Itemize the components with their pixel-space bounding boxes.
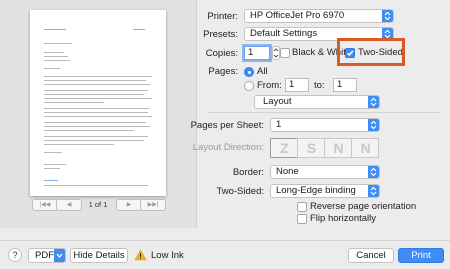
copies-label: Copies: <box>205 48 238 59</box>
chevron-updown-icon <box>382 10 393 22</box>
first-page-icon: |◀◀ <box>39 202 51 208</box>
two-sided-highlight <box>337 38 405 66</box>
reverse-orientation-label: Reverse page orientation <box>310 201 417 212</box>
previous-page-icon: ◀ <box>66 202 72 208</box>
layout-direction-label: Layout Direction: <box>192 142 264 153</box>
two-sided-value: Long-Edge binding <box>276 185 356 196</box>
help-button[interactable]: ? <box>8 248 22 262</box>
layout-direction-s[interactable]: S <box>297 138 325 158</box>
pages-per-sheet-select[interactable]: 1 <box>270 118 380 132</box>
hide-details-button[interactable]: Hide Details <box>70 248 128 263</box>
copies-field[interactable]: 1 <box>244 46 270 60</box>
chevron-down-icon <box>54 249 65 262</box>
two-sided-select[interactable]: Long-Edge binding <box>270 184 380 198</box>
warning-icon <box>134 249 147 264</box>
chevron-updown-icon <box>368 166 379 178</box>
pages-label: Pages: <box>208 66 238 77</box>
help-icon: ? <box>12 250 18 260</box>
pages-per-sheet-value: 1 <box>276 119 282 130</box>
two-sided-label: Two-Sided: <box>216 186 264 197</box>
border-label: Border: <box>232 167 264 178</box>
page-count-label: 1 of 1 <box>88 200 108 209</box>
next-page-button[interactable]: ▶ <box>116 199 142 211</box>
pdf-menu-button[interactable]: PDF <box>28 248 66 263</box>
section-value: Layout <box>263 96 292 107</box>
layout-direction-n[interactable]: N <box>324 138 352 158</box>
pages-from-label: From: <box>257 80 282 91</box>
presets-label: Presets: <box>203 29 238 40</box>
preview-pager: |◀◀ ◀ 1 of 1 ▶ ▶▶| <box>30 198 166 212</box>
layout-direction-n-reverse[interactable]: N <box>351 138 379 158</box>
presets-value: Default Settings <box>250 28 318 39</box>
flip-horizontally-checkbox[interactable] <box>297 214 307 224</box>
reverse-orientation-checkbox[interactable] <box>297 202 307 212</box>
low-ink-label: Low Ink <box>151 250 184 261</box>
pages-per-sheet-label: Pages per Sheet: <box>190 120 264 131</box>
pages-to-label: to: <box>314 80 325 91</box>
last-page-icon: ▶▶| <box>147 202 159 208</box>
pages-all-radio[interactable] <box>244 67 254 77</box>
last-page-button[interactable]: ▶▶| <box>140 199 166 211</box>
first-page-button[interactable]: |◀◀ <box>32 199 58 211</box>
printer-select[interactable]: HP OfficeJet Pro 6970 <box>244 9 394 23</box>
section-select[interactable]: Layout <box>254 95 380 109</box>
separator <box>208 112 440 113</box>
previous-page-button[interactable]: ◀ <box>56 199 82 211</box>
pages-to-field[interactable]: 1 <box>333 78 357 92</box>
border-select[interactable]: None <box>270 165 380 179</box>
chevron-updown-icon <box>368 96 379 108</box>
chevron-updown-icon <box>368 185 379 197</box>
pages-all-label: All <box>257 66 268 77</box>
print-button[interactable]: Print <box>398 248 444 263</box>
black-white-checkbox[interactable] <box>280 48 290 58</box>
pages-range-radio[interactable] <box>244 81 254 91</box>
layout-direction-z[interactable]: Z <box>270 138 298 158</box>
pdf-label: PDF <box>35 250 54 261</box>
cancel-button[interactable]: Cancel <box>348 248 394 263</box>
next-page-icon: ▶ <box>126 202 132 208</box>
printer-label: Printer: <box>207 11 238 22</box>
flip-horizontally-label: Flip horizontally <box>310 213 376 224</box>
chevron-updown-icon <box>368 119 379 131</box>
pages-from-field[interactable]: 1 <box>285 78 309 92</box>
copies-stepper[interactable] <box>272 46 280 60</box>
border-value: None <box>276 166 299 177</box>
page-preview <box>30 10 166 196</box>
printer-value: HP OfficeJet Pro 6970 <box>250 10 345 21</box>
